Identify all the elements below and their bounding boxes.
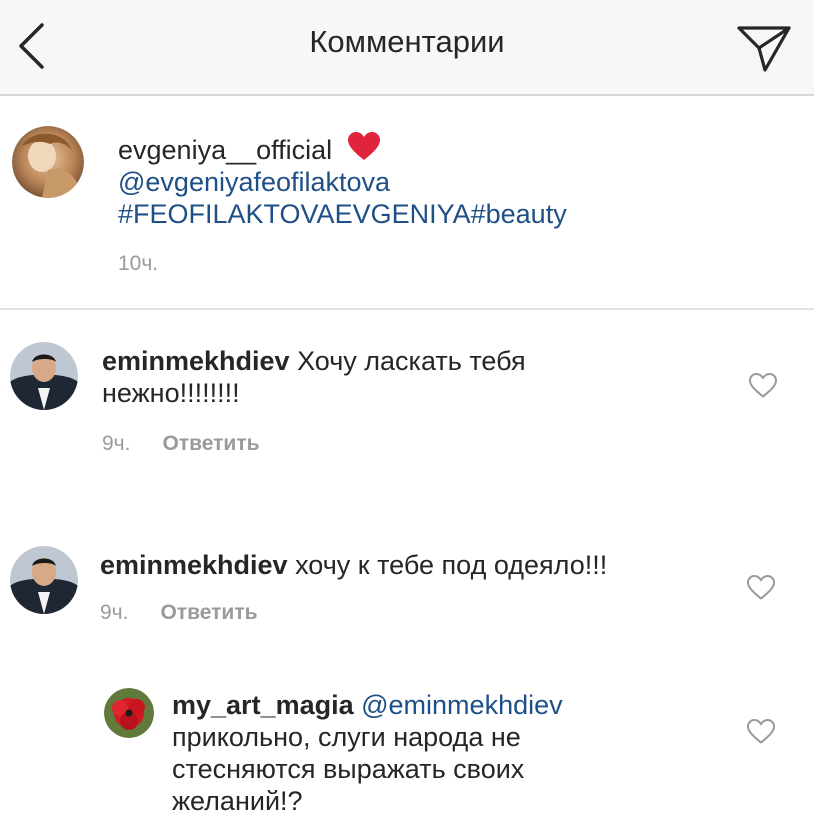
caption-hashtags[interactable]: #FEOFILAKTOVAEVGENIYA#beauty xyxy=(118,198,567,230)
comment-timestamp: 9ч. xyxy=(102,432,131,455)
reply-mention[interactable]: @eminmekhdiev xyxy=(361,690,563,720)
like-button[interactable] xyxy=(744,572,778,602)
comment-body-line2: нежно!!!!!!!! xyxy=(102,378,240,408)
paper-plane-icon xyxy=(737,26,791,72)
reply-username[interactable]: my_art_magia xyxy=(172,690,354,720)
comments-screen: Комментарии evgeniya__official @evgeniya… xyxy=(0,0,814,826)
avatar[interactable] xyxy=(10,546,78,614)
reply-body-line1: прикольно, слуги народа не xyxy=(172,722,521,752)
comment-body: хочу к тебе под одеяло!!! xyxy=(295,550,608,580)
reply-body-line2: стесняются выражать своих xyxy=(172,754,525,784)
caption-username[interactable]: evgeniya__official xyxy=(118,135,332,165)
header-bar: Комментарии xyxy=(0,0,814,96)
avatar[interactable] xyxy=(10,342,78,410)
caption-meta: 10ч. xyxy=(118,252,158,276)
reply-button[interactable]: Ответить xyxy=(162,432,259,456)
heart-outline-icon xyxy=(748,372,778,398)
comment-username[interactable]: eminmekhdiev xyxy=(100,550,288,580)
heart-outline-icon xyxy=(746,574,776,600)
page-title: Комментарии xyxy=(309,24,505,59)
comment-body: Хочу ласкать тебя xyxy=(297,346,526,376)
caption-mention[interactable]: @evgeniyafeofilaktova xyxy=(118,166,567,198)
avatar-photo xyxy=(104,688,154,738)
like-button[interactable] xyxy=(744,716,778,746)
comment-text: eminmekhdiev Хочу ласкать тебя нежно!!!!… xyxy=(102,345,526,409)
like-button[interactable] xyxy=(746,370,780,400)
heart-outline-icon xyxy=(746,718,776,744)
avatar-photo xyxy=(12,126,84,198)
avatar-photo xyxy=(10,546,78,614)
comment-username[interactable]: eminmekhdiev xyxy=(102,346,290,376)
avatar[interactable] xyxy=(104,688,154,738)
comment-meta: 9ч. Ответить xyxy=(102,432,260,456)
heart-emoji-icon xyxy=(347,132,380,160)
caption-text: evgeniya__official @evgeniyafeofilaktova… xyxy=(118,130,567,230)
avatar[interactable] xyxy=(12,126,84,198)
caption-timestamp: 10ч. xyxy=(118,252,159,275)
avatar-photo xyxy=(10,342,78,410)
reply-body-line3: желаний!? xyxy=(172,786,303,816)
send-button[interactable] xyxy=(732,18,796,78)
reply-button[interactable]: Ответить xyxy=(160,601,257,625)
comment-meta: 9ч. Ответить xyxy=(100,601,258,625)
comment-text: eminmekhdiev хочу к тебе под одеяло!!! xyxy=(100,549,607,581)
comment-timestamp: 9ч. xyxy=(100,601,129,624)
reply-text: my_art_magia @eminmekhdiev прикольно, сл… xyxy=(172,689,563,817)
